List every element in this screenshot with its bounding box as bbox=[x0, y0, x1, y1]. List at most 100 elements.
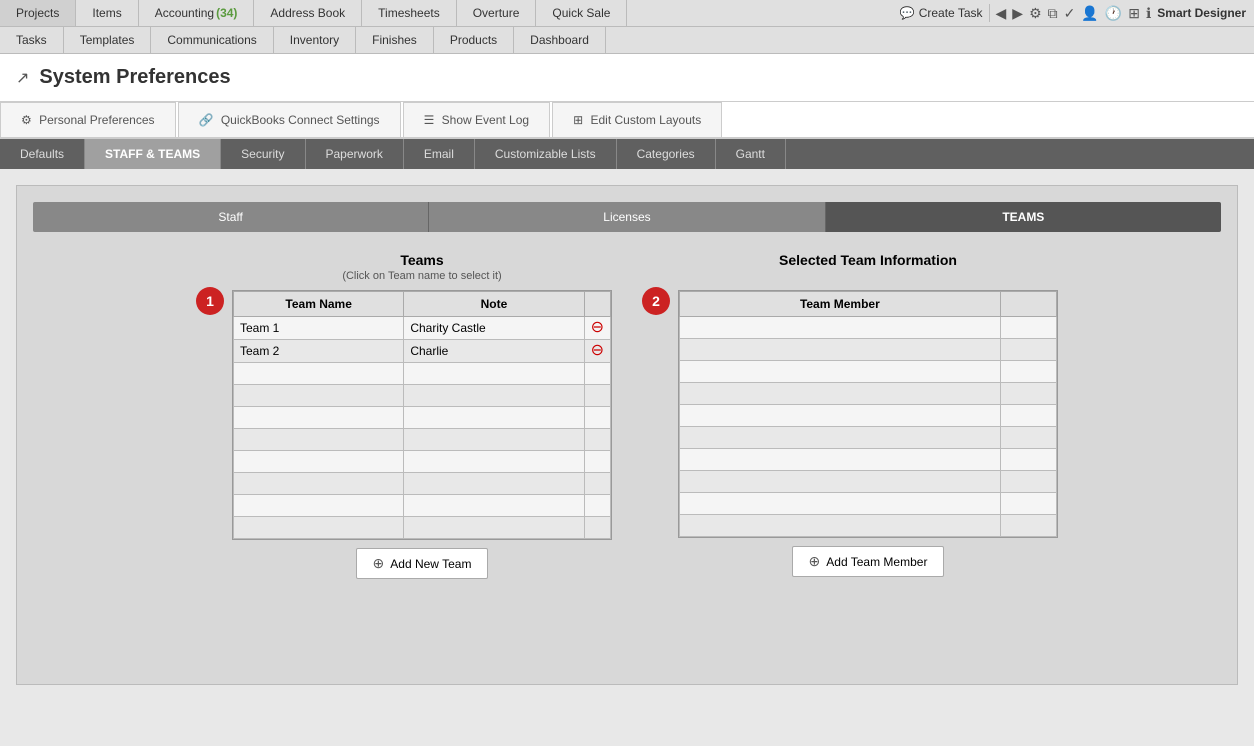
grid-icon[interactable]: ⊞ bbox=[1128, 5, 1140, 22]
table-row bbox=[234, 407, 611, 429]
main-tabs: ⚙ Personal Preferences 🔗 QuickBooks Conn… bbox=[0, 102, 1254, 139]
table-row bbox=[234, 495, 611, 517]
page-title: System Preferences bbox=[39, 66, 230, 89]
selected-subtitle bbox=[678, 270, 1058, 282]
remove-team-2[interactable]: ⊖ bbox=[591, 342, 604, 359]
arrow-right-icon[interactable]: ▶ bbox=[1012, 5, 1023, 22]
table-row bbox=[680, 317, 1057, 339]
add-team-btn-row: ⊕ Add New Team bbox=[232, 548, 612, 579]
nav-accounting[interactable]: Accounting(34) bbox=[139, 0, 255, 26]
table-row bbox=[680, 405, 1057, 427]
copy-icon[interactable]: ⧉ bbox=[1048, 5, 1058, 22]
tab-quickbooks[interactable]: 🔗 QuickBooks Connect Settings bbox=[178, 102, 401, 137]
table-row bbox=[234, 363, 611, 385]
team-name-1[interactable]: Team 1 bbox=[234, 317, 404, 340]
tab-defaults[interactable]: Defaults bbox=[0, 139, 85, 169]
secondary-tabs: Defaults STAFF & TEAMS Security Paperwor… bbox=[0, 139, 1254, 169]
page-header: ↗ System Preferences bbox=[0, 54, 1254, 102]
add-new-team-button[interactable]: ⊕ Add New Team bbox=[356, 548, 489, 579]
tab-staff-teams[interactable]: STAFF & TEAMS bbox=[85, 139, 221, 169]
nav-tasks[interactable]: Tasks bbox=[0, 27, 64, 53]
user-icon[interactable]: 👤 bbox=[1081, 5, 1098, 22]
table-row bbox=[234, 451, 611, 473]
nav-inventory[interactable]: Inventory bbox=[274, 27, 356, 53]
tab-paperwork[interactable]: Paperwork bbox=[306, 139, 404, 169]
table-row bbox=[680, 471, 1057, 493]
col-remove bbox=[584, 292, 610, 317]
nav-quick-sale[interactable]: Quick Sale bbox=[536, 0, 627, 26]
table-row bbox=[680, 383, 1057, 405]
teams-table: Team Name Note Team 1 Charity Castle bbox=[233, 291, 611, 539]
team-note-1[interactable]: Charity Castle bbox=[404, 317, 584, 340]
selected-table-wrapper: Team Member bbox=[678, 290, 1058, 538]
table-row bbox=[680, 515, 1057, 537]
check-icon[interactable]: ✓ bbox=[1064, 5, 1076, 22]
nav-overture[interactable]: Overture bbox=[457, 0, 537, 26]
nav-communications[interactable]: Communications bbox=[151, 27, 273, 53]
teams-subtitle: (Click on Team name to select it) bbox=[232, 270, 612, 282]
teams-table-scroll[interactable]: Team Name Note Team 1 Charity Castle bbox=[233, 291, 611, 539]
gear-icon: ⚙ bbox=[21, 113, 32, 127]
arrow-left-icon[interactable]: ◀ bbox=[996, 5, 1007, 22]
list-icon: ☰ bbox=[424, 113, 435, 127]
nav-timesheets[interactable]: Timesheets bbox=[362, 0, 457, 26]
teams-panel: Teams (Click on Team name to select it) … bbox=[232, 252, 612, 579]
team-note-2[interactable]: Charlie bbox=[404, 340, 584, 363]
tab-custom-layouts[interactable]: ⊞ Edit Custom Layouts bbox=[552, 102, 722, 137]
subtab-licenses[interactable]: Licenses bbox=[429, 202, 825, 232]
clock-icon[interactable]: 🕐 bbox=[1105, 5, 1122, 22]
tab-gantt[interactable]: Gantt bbox=[716, 139, 786, 169]
grid-icon: ⊞ bbox=[573, 113, 583, 127]
teams-title: Teams bbox=[232, 252, 612, 268]
step-badge-1: 1 bbox=[196, 287, 224, 315]
table-row bbox=[234, 473, 611, 495]
inner-panel: Staff Licenses TEAMS 1 Teams (Click on T… bbox=[16, 185, 1238, 685]
col-note: Note bbox=[404, 292, 584, 317]
info-icon[interactable]: ℹ bbox=[1146, 5, 1151, 22]
team-row-1[interactable]: Team 1 Charity Castle ⊖ bbox=[234, 317, 611, 340]
create-task-button[interactable]: 💬 Create Task bbox=[900, 6, 983, 20]
selected-table: Team Member bbox=[679, 291, 1057, 537]
subtab-staff[interactable]: Staff bbox=[33, 202, 429, 232]
selected-title: Selected Team Information bbox=[678, 252, 1058, 268]
nav-address-book[interactable]: Address Book bbox=[254, 0, 362, 26]
table-row bbox=[234, 385, 611, 407]
selected-panel: Selected Team Information Team Member bbox=[678, 252, 1058, 577]
external-link-icon[interactable]: ↗ bbox=[16, 68, 29, 88]
nav-items[interactable]: Items bbox=[76, 0, 138, 26]
table-row bbox=[680, 449, 1057, 471]
add-team-member-button[interactable]: ⊕ Add Team Member bbox=[792, 546, 945, 577]
settings-icon[interactable]: ⚙ bbox=[1029, 5, 1042, 22]
col-team-member: Team Member bbox=[680, 292, 1001, 317]
tab-event-log[interactable]: ☰ Show Event Log bbox=[403, 102, 551, 137]
subtab-teams[interactable]: TEAMS bbox=[826, 202, 1221, 232]
tab-security[interactable]: Security bbox=[221, 139, 305, 169]
selected-table-scroll[interactable]: Team Member bbox=[679, 291, 1057, 537]
col-member-note bbox=[1000, 292, 1056, 317]
team-name-2[interactable]: Team 2 bbox=[234, 340, 404, 363]
nav-projects[interactable]: Projects bbox=[0, 0, 76, 26]
table-row bbox=[234, 429, 611, 451]
tab-personal-prefs[interactable]: ⚙ Personal Preferences bbox=[0, 102, 176, 137]
table-row bbox=[680, 493, 1057, 515]
nav-products[interactable]: Products bbox=[434, 27, 514, 53]
content-area: Staff Licenses TEAMS 1 Teams (Click on T… bbox=[0, 169, 1254, 701]
link-icon: 🔗 bbox=[199, 113, 214, 127]
teams-panel-wrapper: 1 Teams (Click on Team name to select it… bbox=[196, 252, 612, 579]
selected-panel-wrapper: 2 Selected Team Information Team Member bbox=[642, 252, 1058, 579]
table-row bbox=[680, 361, 1057, 383]
chat-icon: 💬 bbox=[900, 6, 915, 20]
team-row-2[interactable]: Team 2 Charlie ⊖ bbox=[234, 340, 611, 363]
tab-email[interactable]: Email bbox=[404, 139, 475, 169]
add-member-btn-row: ⊕ Add Team Member bbox=[678, 546, 1058, 577]
plus-icon: ⊕ bbox=[373, 555, 385, 572]
tab-customizable-lists[interactable]: Customizable Lists bbox=[475, 139, 617, 169]
nav-dashboard[interactable]: Dashboard bbox=[514, 27, 606, 53]
teams-layout: 1 Teams (Click on Team name to select it… bbox=[33, 252, 1221, 579]
tab-categories[interactable]: Categories bbox=[617, 139, 716, 169]
nav-templates[interactable]: Templates bbox=[64, 27, 152, 53]
remove-team-1[interactable]: ⊖ bbox=[591, 319, 604, 336]
nav-finishes[interactable]: Finishes bbox=[356, 27, 434, 53]
table-row bbox=[234, 517, 611, 539]
sub-tabs: Staff Licenses TEAMS bbox=[33, 202, 1221, 232]
